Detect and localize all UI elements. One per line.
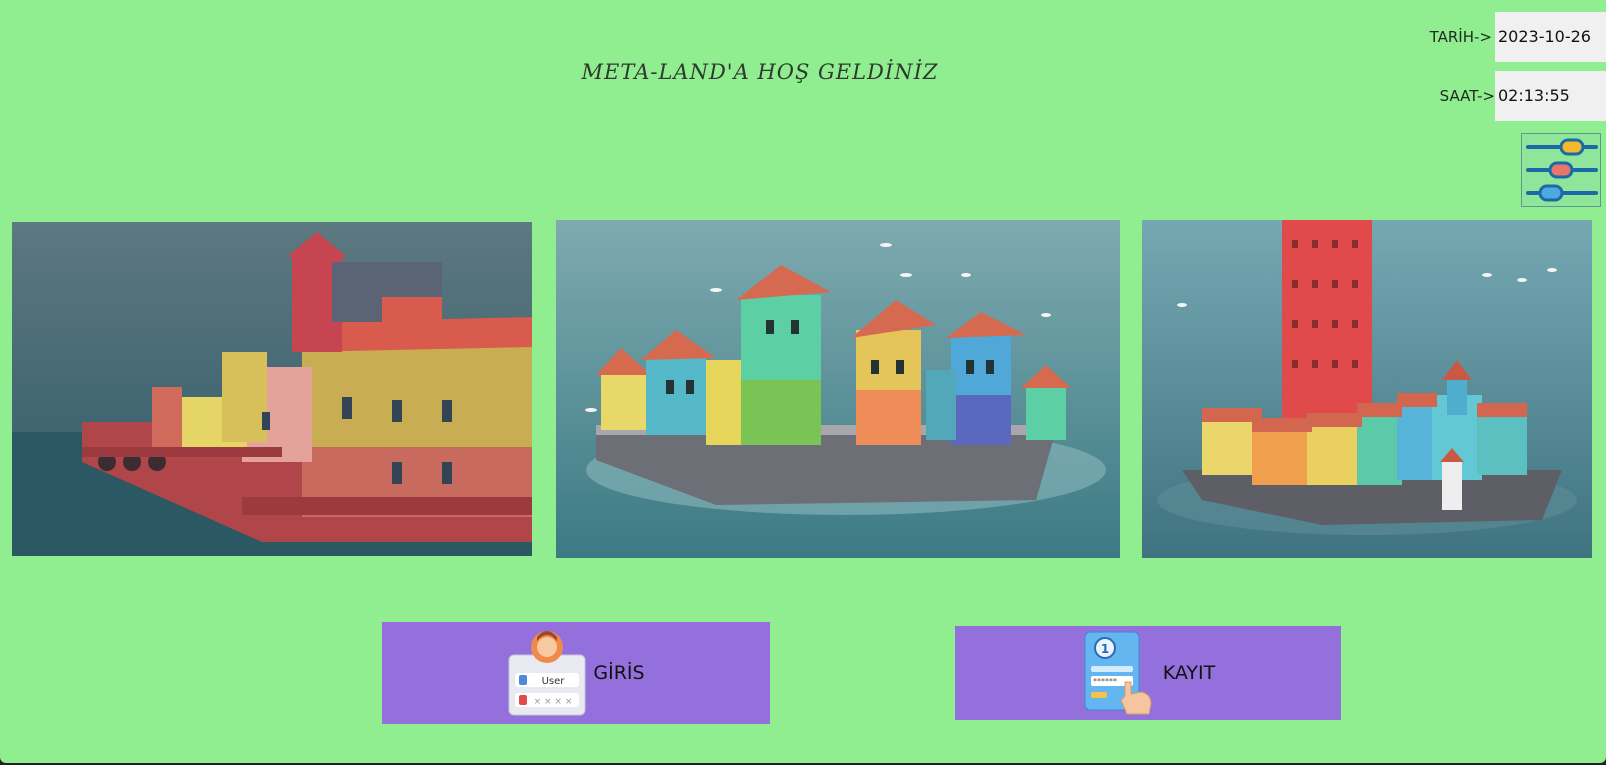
svg-text:1: 1 — [1101, 642, 1109, 656]
main-window: META-LAND'A HOŞ GELDİNİZ TARİH-> 2023-10… — [0, 0, 1606, 763]
town-image-3 — [1142, 220, 1592, 558]
login-icon-user-text: User — [542, 676, 566, 687]
login-button[interactable]: User × × × × GİRİS — [382, 622, 770, 724]
register-form-icon: 1 ****** — [1084, 631, 1152, 715]
time-value: 02:13:55 — [1495, 71, 1606, 121]
date-label: TARİH-> — [1429, 28, 1492, 46]
time-label: SAAT-> — [1439, 87, 1495, 105]
register-button[interactable]: 1 ****** KAYIT — [955, 626, 1341, 720]
date-value: 2023-10-26 — [1495, 12, 1606, 62]
register-label: KAYIT — [1162, 662, 1216, 684]
page-title: META-LAND'A HOŞ GELDİNİZ — [581, 60, 939, 84]
town-image-1 — [12, 222, 532, 556]
login-label: GİRİS — [593, 662, 645, 684]
settings-button[interactable] — [1521, 133, 1601, 207]
sliders-icon — [1526, 138, 1598, 202]
login-icon-password-text: × × × × — [534, 697, 573, 707]
register-icon-password-text: ****** — [1093, 677, 1117, 686]
user-login-icon: User × × × × — [508, 631, 586, 716]
town-image-2 — [556, 220, 1120, 558]
